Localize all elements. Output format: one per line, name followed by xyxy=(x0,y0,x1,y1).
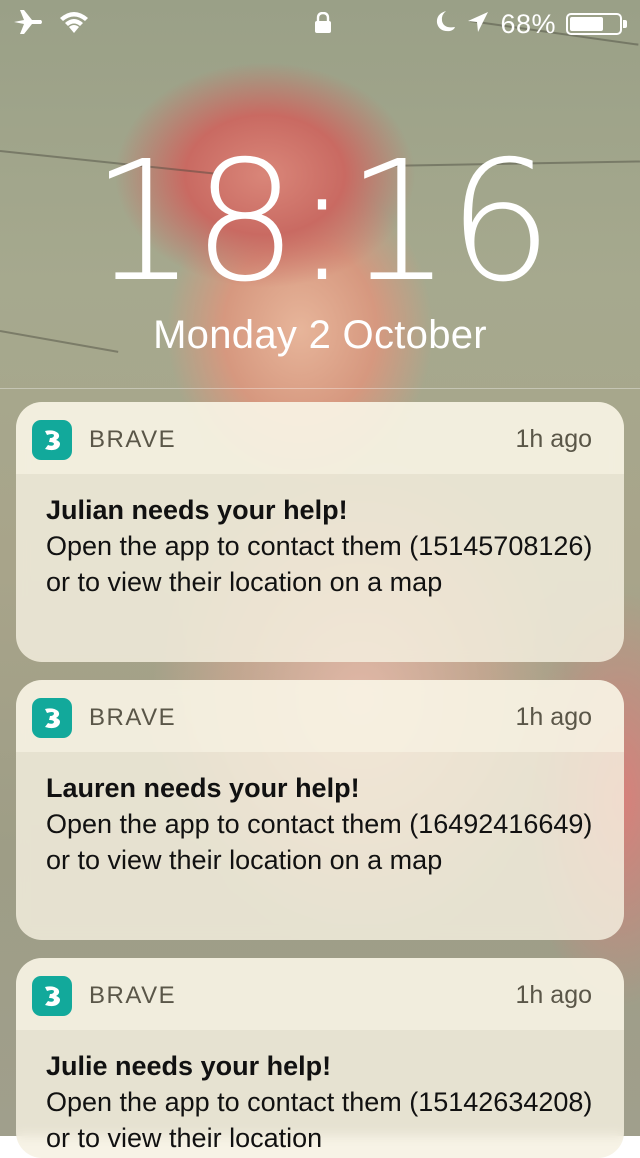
lockscreen-date: Monday 2 October xyxy=(153,313,487,357)
notification-title: Lauren needs your help! xyxy=(46,773,360,803)
wifi-icon xyxy=(58,9,90,40)
notification-body: Julie needs your help! Open the app to c… xyxy=(16,1030,624,1158)
notification-time: 1h ago xyxy=(515,703,592,731)
battery-level xyxy=(570,17,603,31)
notification-message: Open the app to contact them (1649241664… xyxy=(46,809,593,875)
notification-card[interactable]: BRAVE 1h ago Julian needs your help! Ope… xyxy=(16,402,624,662)
notification-app-name: BRAVE xyxy=(89,704,177,731)
moon-icon xyxy=(432,9,456,40)
notification-time: 1h ago xyxy=(515,981,592,1009)
notification-header: BRAVE 1h ago xyxy=(16,402,624,474)
notification-app-name: BRAVE xyxy=(89,426,177,453)
brave-app-icon xyxy=(32,420,72,460)
brave-app-icon xyxy=(32,976,72,1016)
notification-body: Julian needs your help! Open the app to … xyxy=(16,474,624,624)
battery-icon xyxy=(566,13,627,35)
notification-title: Julian needs your help! xyxy=(46,495,348,525)
notification-header: BRAVE 1h ago xyxy=(16,958,624,1030)
notification-app-name: BRAVE xyxy=(89,982,177,1009)
brave-app-icon xyxy=(32,698,72,738)
notification-message: Open the app to contact them (1514263420… xyxy=(46,1087,593,1153)
lockscreen-time: 18:16 xyxy=(90,126,553,319)
notification-title: Julie needs your help! xyxy=(46,1051,332,1081)
notification-card[interactable]: BRAVE 1h ago Julie needs your help! Open… xyxy=(16,958,624,1158)
notification-time: 1h ago xyxy=(515,425,592,453)
notification-body: Lauren needs your help! Open the app to … xyxy=(16,752,624,902)
status-bar: 68% xyxy=(0,0,640,48)
notification-message: Open the app to contact them (1514570812… xyxy=(46,531,593,597)
notification-header: BRAVE 1h ago xyxy=(16,680,624,752)
airplane-icon xyxy=(12,8,44,41)
lock-icon xyxy=(314,11,332,39)
battery-percent: 68% xyxy=(500,8,556,39)
notification-card[interactable]: BRAVE 1h ago Lauren needs your help! Ope… xyxy=(16,680,624,940)
location-arrow-icon xyxy=(466,10,490,39)
lockscreen-divider xyxy=(0,388,640,389)
